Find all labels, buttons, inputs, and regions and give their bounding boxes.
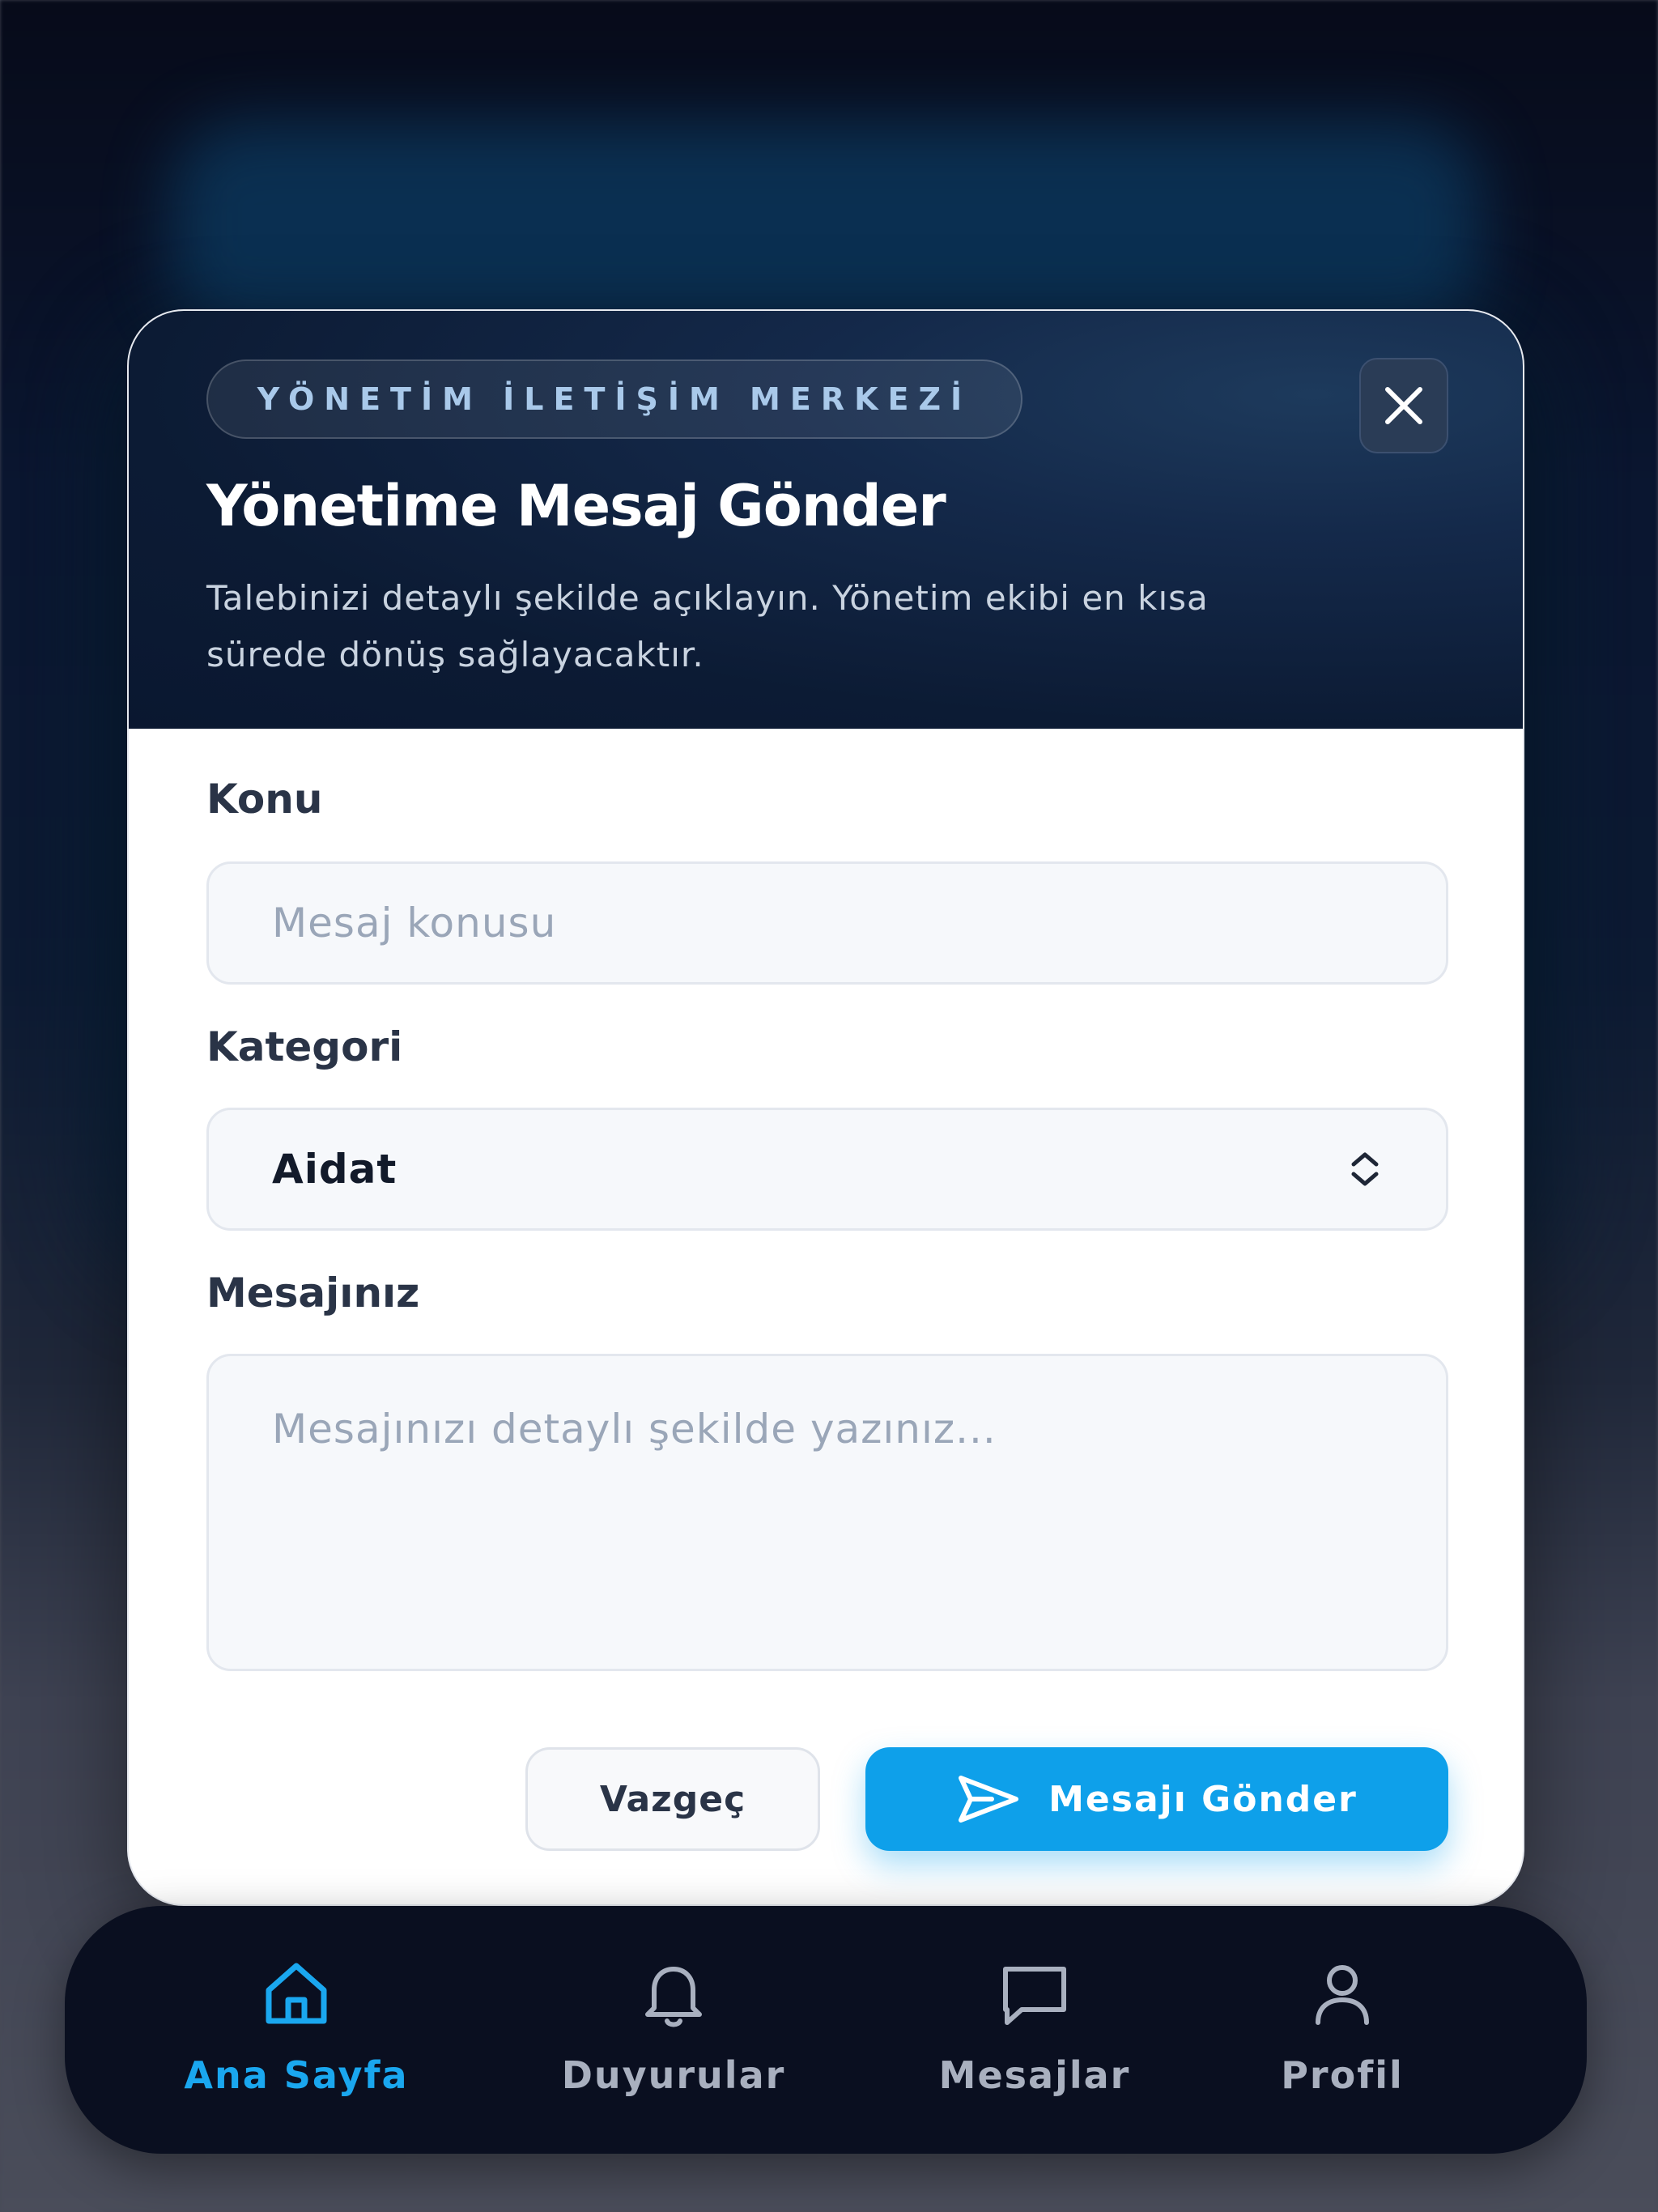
category-label: Kategori — [206, 1023, 403, 1070]
nav-label-messages: Mesajlar — [938, 2053, 1131, 2097]
home-icon — [266, 1963, 327, 2024]
message-modal: YÖNETİM İLETİŞİM MERKEZİ Yönetime Mesaj … — [127, 309, 1524, 1906]
message-textarea[interactable] — [206, 1354, 1448, 1671]
category-select[interactable]: Aidat — [206, 1108, 1448, 1231]
nav-item-profile[interactable]: Profil — [1213, 1955, 1472, 2116]
bell-icon — [645, 1967, 702, 2027]
send-message-button[interactable]: Mesajı Gönder — [865, 1747, 1448, 1851]
send-button-label: Mesajı Gönder — [1048, 1778, 1358, 1820]
message-icon — [1003, 1967, 1066, 2025]
modal-header: YÖNETİM İLETİŞİM MERKEZİ Yönetime Mesaj … — [129, 311, 1523, 729]
nav-label-home: Ana Sayfa — [184, 2053, 409, 2097]
nav-label-announcements: Duyurular — [561, 2053, 786, 2097]
nav-item-home[interactable]: Ana Sayfa — [167, 1955, 426, 2116]
chevron-up-down-icon — [1351, 1152, 1379, 1186]
close-button[interactable] — [1359, 358, 1448, 453]
background-card — [170, 121, 1482, 332]
user-icon — [1316, 1965, 1369, 2025]
modal-badge: YÖNETİM İLETİŞİM MERKEZİ — [206, 359, 1022, 439]
subject-input[interactable] — [206, 861, 1448, 985]
bottom-navigation: Ana Sayfa Duyurular Mesajlar Profil — [65, 1906, 1587, 2154]
category-selected-value: Aidat — [272, 1146, 397, 1193]
message-label: Mesajınız — [206, 1270, 420, 1317]
subject-label: Konu — [206, 776, 323, 823]
send-icon — [959, 1776, 1019, 1823]
modal-title: Yönetime Mesaj Gönder — [206, 473, 946, 539]
nav-item-announcements[interactable]: Duyurular — [544, 1955, 803, 2116]
close-icon — [1385, 387, 1422, 424]
cancel-button[interactable]: Vazgeç — [525, 1747, 820, 1851]
nav-item-messages[interactable]: Mesajlar — [905, 1955, 1164, 2116]
nav-label-profile: Profil — [1281, 2053, 1404, 2097]
modal-subtitle: Talebinizi detaylı şekilde açıklayın. Yö… — [206, 578, 1209, 674]
